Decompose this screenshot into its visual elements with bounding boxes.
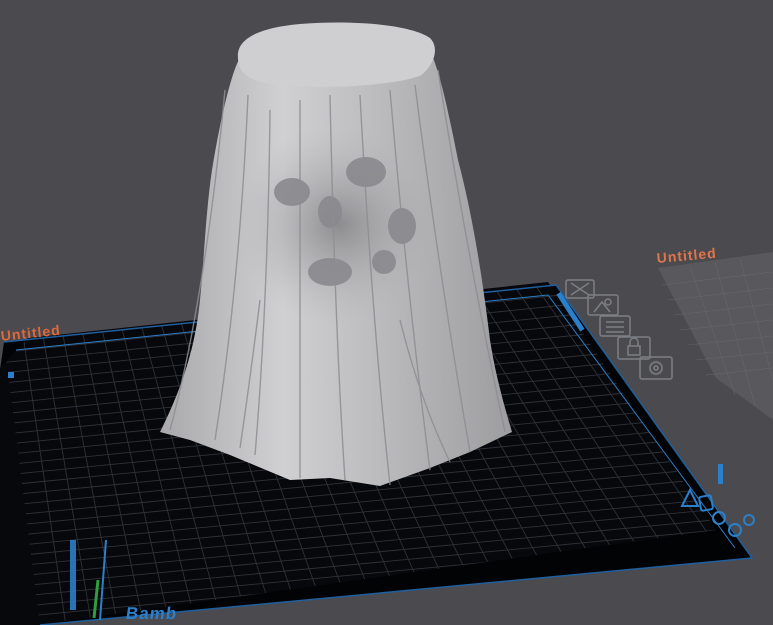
brand-logo: Bamb: [124, 604, 179, 623]
3d-viewport[interactable]: [0, 0, 773, 625]
settings-icon[interactable]: [639, 356, 673, 380]
lock-icon[interactable]: [617, 336, 651, 360]
circle-icon[interactable]: [743, 514, 755, 526]
secondary-build-plate[interactable]: [658, 252, 773, 420]
veiled-skull-model[interactable]: [160, 22, 512, 487]
arrange-icon[interactable]: [599, 315, 631, 337]
